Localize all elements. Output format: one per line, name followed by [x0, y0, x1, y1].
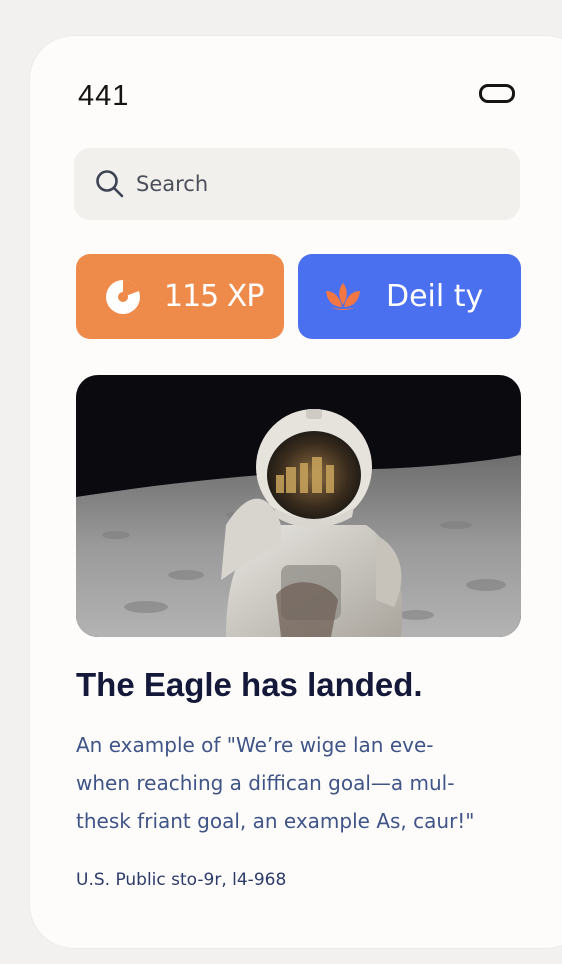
lotus-icon: [326, 282, 360, 310]
search-input[interactable]: Search: [136, 172, 208, 196]
status-time: 441: [78, 80, 130, 112]
feature-body: An example of "We’re wige lan eve- when …: [76, 733, 475, 833]
xp-button[interactable]: 115 XP: [76, 254, 284, 339]
daily-button[interactable]: Deil ty: [298, 254, 521, 339]
photo-credit: U.S. Public sto-9r, l4-968: [76, 870, 287, 890]
feature-title: The Eagle has landed.: [76, 666, 423, 703]
xp-label: 115 XP: [164, 279, 264, 314]
search-icon: [96, 170, 124, 198]
search-bar[interactable]: Search: [74, 148, 520, 220]
battery-icon: [479, 84, 515, 103]
feed-card: 441 Search 115 XP Deil ty The Eagle has …: [30, 36, 562, 948]
daily-label: Deil ty: [386, 279, 484, 314]
xp-pie-icon: [106, 279, 140, 314]
astronaut-photo: [76, 375, 521, 637]
